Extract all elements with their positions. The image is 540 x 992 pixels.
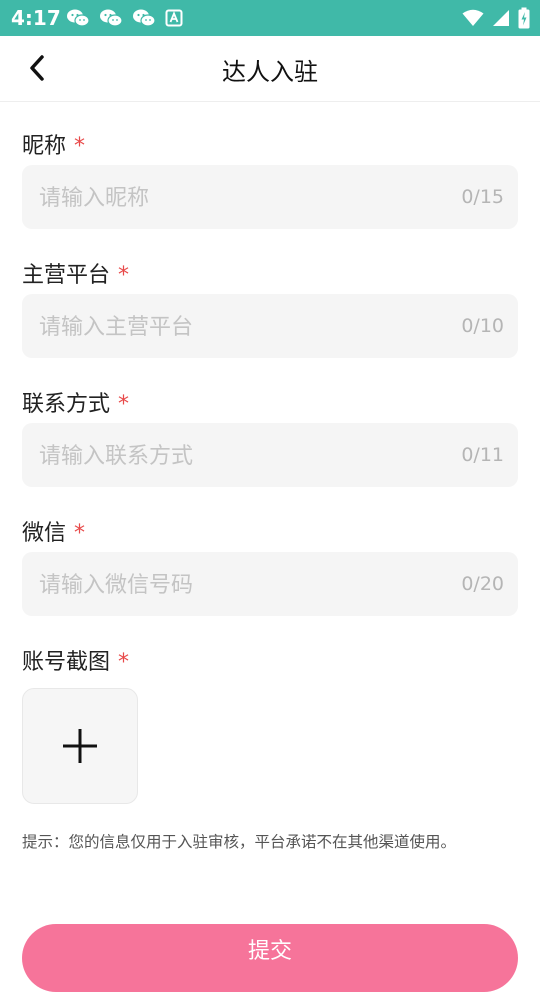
platform-input[interactable] (37, 294, 431, 360)
platform-char-counter: 0/10 (461, 315, 504, 337)
field-label-text: 微信 (22, 521, 67, 546)
system-icons (462, 7, 530, 29)
wechat-icon (100, 9, 123, 27)
wechat-char-counter: 0/20 (461, 573, 504, 595)
notification-icons (66, 8, 183, 28)
required-mark: * (118, 650, 130, 675)
wechat-input[interactable] (37, 552, 431, 618)
wechat-field: 0/20 (22, 552, 518, 618)
text-notification-icon (165, 9, 183, 27)
field-label-text: 主营平台 (22, 263, 111, 288)
battery-charging-icon (518, 7, 530, 29)
wechat-label: 微信 * (22, 515, 85, 547)
app-bar: 达人入驻 (0, 36, 540, 102)
field-label-text: 账号截图 (22, 650, 111, 675)
required-mark: * (74, 134, 86, 159)
screenshot-label: 账号截图 * (22, 644, 129, 676)
page-title: 达人入驻 (222, 58, 318, 86)
wechat-icon (133, 9, 156, 27)
cellular-signal-icon (493, 10, 509, 26)
status-time: 4:17 (11, 6, 61, 30)
nickname-input[interactable] (37, 165, 431, 231)
submit-button[interactable]: 提交 (22, 924, 518, 992)
required-mark: * (118, 263, 130, 288)
contact-char-counter: 0/11 (461, 444, 504, 466)
nickname-field: 0/15 (22, 165, 518, 231)
field-label-text: 联系方式 (22, 392, 111, 417)
status-bar: 4:17 (0, 0, 540, 36)
wechat-icon (67, 9, 90, 27)
plus-icon (63, 729, 97, 763)
required-mark: * (74, 521, 86, 546)
contact-field: 0/11 (22, 423, 518, 489)
contact-input[interactable] (37, 423, 431, 489)
nickname-char-counter: 0/15 (461, 186, 504, 208)
nickname-label: 昵称 * (22, 128, 85, 160)
wifi-icon (462, 9, 484, 26)
field-label-text: 昵称 (22, 134, 67, 159)
platform-label: 主营平台 * (22, 257, 129, 289)
contact-label: 联系方式 * (22, 386, 129, 418)
privacy-hint: 提示：您的信息仅用于入驻审核，平台承诺不在其他渠道使用。 (22, 833, 457, 851)
platform-field: 0/10 (22, 294, 518, 360)
required-mark: * (118, 392, 130, 417)
screenshot-upload-button[interactable] (22, 688, 138, 804)
